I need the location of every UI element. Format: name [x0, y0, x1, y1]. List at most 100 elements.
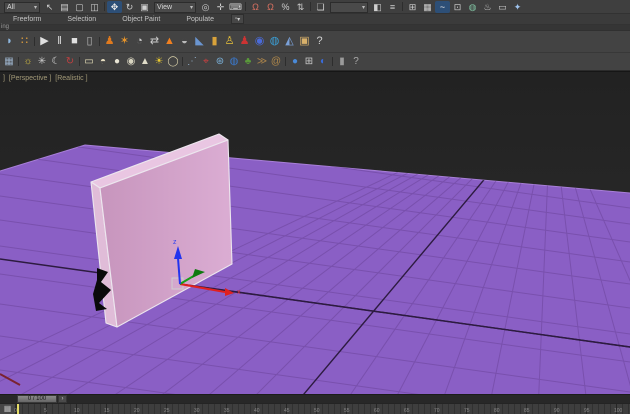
mirror-icon[interactable]: ◧ [370, 1, 385, 13]
render-icon[interactable]: ✦ [510, 1, 525, 13]
worker-person-icon[interactable]: ♙ [222, 34, 237, 50]
snail-icon[interactable]: @ [269, 55, 283, 68]
perspective-viewport[interactable]: ] [Perspective ] [Realistic ] x z [0, 71, 630, 395]
delete-simulation-icon[interactable]: ▯ [82, 34, 97, 50]
angle-snap-icon[interactable]: Ω [263, 1, 278, 13]
leaf-icon[interactable]: ♣ [241, 55, 255, 68]
burst-icon[interactable]: ✶ [117, 34, 132, 50]
select-by-name-icon[interactable]: ▤ [57, 1, 72, 13]
frame-tick-label: 50 [314, 408, 320, 414]
separator [182, 57, 183, 66]
light-icon[interactable]: ☼ [21, 55, 35, 68]
cone-icon[interactable]: ▲ [138, 55, 152, 68]
reference-coordinate-dropdown[interactable]: View ▾ [154, 2, 196, 13]
ring-icon[interactable]: ◯ [166, 55, 180, 68]
separator [34, 37, 35, 46]
align-icon[interactable]: ≡ [385, 1, 400, 13]
track-bar[interactable]: ▦ 0 5 10 15 20 25 30 35 40 45 50 55 60 65 70 75 80 85 90 95… [0, 403, 630, 414]
time-slider[interactable]: 0 / 100 › [0, 394, 630, 403]
mug-icon[interactable]: ▮ [207, 34, 222, 50]
current-frame-marker[interactable] [17, 404, 19, 414]
moon-icon[interactable]: ☾ [49, 55, 63, 68]
hatch-icon[interactable]: ⋰ [185, 55, 199, 68]
pot-icon[interactable]: ◒ [177, 34, 192, 50]
tab-object-paint[interactable]: Object Paint [109, 16, 173, 23]
pin-icon[interactable]: ⌖ [199, 55, 213, 68]
objects-toolbar: ▦ ☼ ✳ ☾ ↻ ▭ ◓ ● ◉ ▲ ☀ ◯ ⋰ ⌖ ⊛ ◍ ♣ ≫ @ ● ⊞ ◐ ▮? [0, 53, 630, 71]
exchange-icon[interactable]: ⇄ [147, 34, 162, 50]
help-icon[interactable]: ? [312, 34, 327, 50]
flow-icon[interactable]: ∷ [17, 34, 32, 50]
eye-icon[interactable]: ◉ [124, 55, 138, 68]
frame-tick-label: 100 [614, 408, 623, 414]
viewport-shading-label[interactable]: [Realistic ] [55, 75, 87, 82]
edit-named-sets-icon[interactable]: ❏ [313, 1, 328, 13]
crowd-person-icon[interactable]: ♟ [102, 34, 117, 50]
tab-populate[interactable]: Populate [173, 16, 227, 23]
frame-tick-label: 80 [494, 408, 500, 414]
flame-icon[interactable]: ▲ [162, 34, 177, 50]
person-box-icon[interactable]: ▣ [297, 34, 312, 50]
sun-icon[interactable]: ☀ [152, 55, 166, 68]
separator [285, 57, 286, 66]
percent-snap-icon[interactable]: % [278, 1, 293, 13]
delay-clock-icon[interactable]: ◔ [132, 34, 147, 50]
help-circle-icon[interactable]: ? [349, 55, 363, 68]
window-crossing-icon[interactable]: ◫ [87, 1, 102, 13]
viewport-pov-label[interactable]: [Perspective ] [9, 75, 51, 82]
keyboard-override-icon[interactable]: ⌨ [228, 1, 243, 13]
named-selection-sets-dropdown[interactable]: ▾ [330, 2, 368, 13]
use-pivot-center-icon[interactable]: ◎ [198, 1, 213, 13]
select-and-rotate-icon[interactable]: ↻ [122, 1, 137, 13]
copy-objects-icon[interactable]: ⊞ [302, 55, 316, 68]
viewport-canvas[interactable]: x z [0, 72, 630, 395]
separator [99, 37, 100, 46]
prism-icon[interactable]: ◭ [282, 34, 297, 50]
spinner-snap-icon[interactable]: ⇅ [293, 1, 308, 13]
curve-editor-icon[interactable]: ~ [435, 1, 450, 13]
viewport-general-label[interactable]: ] [3, 75, 5, 82]
tab-selection[interactable]: Selection [54, 16, 109, 23]
selection-filter-dropdown[interactable]: All ▾ [4, 2, 40, 13]
select-and-manipulate-icon[interactable]: ✛ [213, 1, 228, 13]
select-and-move-icon[interactable]: ✥ [107, 1, 122, 13]
pause-simulation-icon[interactable]: ‖ [52, 34, 67, 50]
layer-manager-icon[interactable]: ⊞ [405, 1, 420, 13]
selection-region-icon[interactable]: ▢ [72, 1, 87, 13]
battery-icon[interactable]: ▮ [335, 55, 349, 68]
swirl-ball-icon[interactable]: ◍ [267, 34, 282, 50]
frame-tick-label: 75 [464, 408, 470, 414]
wind-swirl-icon[interactable]: ↻ [63, 55, 77, 68]
blue-dot-icon[interactable]: ◐ [316, 55, 330, 68]
render-setup-icon[interactable]: ♨ [480, 1, 495, 13]
plane-shape-icon[interactable]: ▭ [82, 55, 96, 68]
ribbon-toggle-icon[interactable]: ▦ [420, 1, 435, 13]
dome-icon[interactable]: ◓ [96, 55, 110, 68]
globe-icon[interactable]: ◍ [227, 55, 241, 68]
atom-icon[interactable]: ⊛ [213, 55, 227, 68]
time-slider-handle[interactable]: 0 / 100 [17, 395, 57, 403]
next-frame-button[interactable]: › [58, 395, 67, 403]
snap-toggle-icon[interactable]: Ω [248, 1, 263, 13]
bird-icon[interactable]: ≫ [255, 55, 269, 68]
ribbon-minimize-button[interactable]: ▫ ▾ [230, 14, 245, 24]
stop-simulation-icon[interactable]: ■ [67, 34, 82, 50]
frame-tick-label: 85 [524, 408, 530, 414]
rendered-frame-icon[interactable]: ▭ [495, 1, 510, 13]
red-person-icon[interactable]: ♟ [237, 34, 252, 50]
play-simulation-icon[interactable]: ▶ [37, 34, 52, 50]
material-editor-icon[interactable]: ◍ [465, 1, 480, 13]
frame-tick-label: 40 [254, 408, 260, 414]
disc-icon[interactable]: ◉ [252, 34, 267, 50]
schematic-view-icon[interactable]: ⊡ [450, 1, 465, 13]
sphere-icon[interactable]: ● [110, 55, 124, 68]
idle-area-icon[interactable]: ◗ [2, 34, 17, 50]
select-and-scale-icon[interactable]: ▣ [137, 1, 152, 13]
separator [245, 2, 246, 11]
select-object-icon[interactable]: ↖ [42, 1, 57, 13]
table-icon[interactable]: ▦ [2, 55, 16, 68]
fan-icon[interactable]: ✳ [35, 55, 49, 68]
blue-sphere-icon[interactable]: ● [288, 55, 302, 68]
tab-freeform[interactable]: Freeform [0, 16, 54, 23]
flask-icon[interactable]: ◣ [192, 34, 207, 50]
